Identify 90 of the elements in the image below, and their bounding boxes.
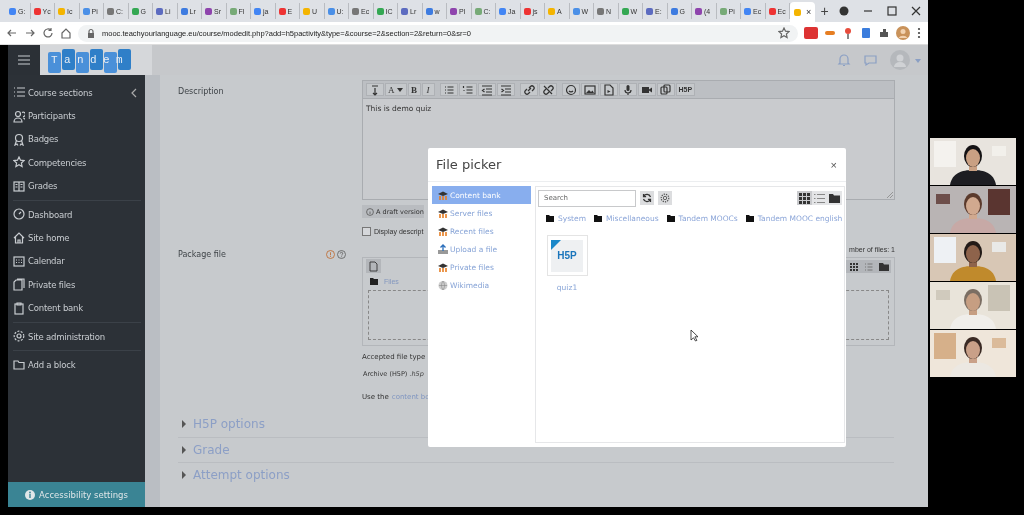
sidebar-item[interactable]: Calendar xyxy=(13,249,141,274)
folder-icon xyxy=(546,214,554,222)
folder-icon xyxy=(666,214,675,222)
unlink-icon[interactable] xyxy=(541,83,554,96)
dialog-title: File picker xyxy=(436,157,502,172)
folder-icon xyxy=(13,358,25,372)
grid-view-button[interactable] xyxy=(797,191,813,205)
hat-icon xyxy=(438,189,448,201)
sidebar-item[interactable]: Site administration xyxy=(13,324,141,349)
upload-icon xyxy=(438,243,448,255)
pin-icon[interactable] xyxy=(842,27,854,39)
caret-icon xyxy=(395,86,404,93)
gauge-icon xyxy=(13,208,25,222)
sidebar-item[interactable]: Participants xyxy=(13,104,141,128)
files-icon xyxy=(13,278,25,292)
field-label: Package file xyxy=(178,250,226,259)
book-icon xyxy=(13,179,25,193)
field-label: Description xyxy=(178,86,225,98)
home-icon xyxy=(13,231,25,245)
hat-icon xyxy=(438,225,448,237)
record-icon[interactable] xyxy=(838,5,850,17)
collapse-icon[interactable] xyxy=(369,83,381,96)
new-tab-button[interactable]: + xyxy=(820,3,829,19)
italic-button[interactable]: I xyxy=(421,83,435,96)
caret-icon xyxy=(914,56,922,64)
lock-icon xyxy=(86,27,96,39)
extension-icon[interactable] xyxy=(860,27,872,39)
outdent-icon[interactable] xyxy=(480,83,493,96)
sidebar-item[interactable]: Competencies xyxy=(13,151,141,175)
users-icon xyxy=(13,109,25,123)
info-icon xyxy=(366,207,374,216)
folder-icon xyxy=(593,214,602,222)
star-icon xyxy=(13,156,25,170)
microphone-icon[interactable] xyxy=(621,83,634,96)
indent-icon[interactable] xyxy=(499,83,512,96)
more-icon[interactable] xyxy=(916,27,922,39)
sidebar-item[interactable]: Course sections xyxy=(13,81,141,105)
folder-icon xyxy=(370,277,378,285)
collapse-icon[interactable] xyxy=(131,87,137,98)
star-icon[interactable] xyxy=(778,27,790,39)
smiley-icon[interactable] xyxy=(564,83,577,96)
menu-icon[interactable] xyxy=(17,54,31,66)
sidebar-item[interactable]: Dashboard xyxy=(13,202,141,227)
copy-icon[interactable] xyxy=(659,83,672,96)
font-button[interactable]: A xyxy=(385,83,407,96)
sidebar-item[interactable]: Private files xyxy=(13,273,141,297)
back-icon[interactable] xyxy=(6,27,18,39)
resize-handle[interactable] xyxy=(887,192,893,198)
maximize-icon[interactable] xyxy=(886,5,898,17)
puzzle-icon[interactable] xyxy=(878,27,890,39)
refresh-button[interactable] xyxy=(640,191,654,205)
list-icon xyxy=(13,86,25,100)
corner-ribbon xyxy=(551,239,561,250)
forward-icon[interactable] xyxy=(24,27,36,39)
settings-button[interactable] xyxy=(658,191,672,205)
checkbox[interactable] xyxy=(362,227,371,236)
file-thumbnail[interactable]: H5P xyxy=(546,235,588,276)
accessibility-button[interactable]: Accessibility settings xyxy=(8,482,145,507)
sidebar-item[interactable]: Add a block xyxy=(13,353,141,377)
refresh-icon xyxy=(642,193,652,203)
close-icon[interactable] xyxy=(910,5,922,17)
hat-icon xyxy=(438,207,448,219)
calendar-icon xyxy=(13,254,25,268)
settings-icon xyxy=(660,193,670,203)
file-icon xyxy=(369,260,378,272)
document-icon[interactable] xyxy=(602,83,615,96)
bold-button[interactable]: B xyxy=(407,83,421,96)
info-icon xyxy=(25,489,36,500)
file-type-logo: H5P xyxy=(557,250,577,261)
add-file-button[interactable] xyxy=(366,259,381,273)
sidebar-item[interactable]: Site home xyxy=(13,226,141,250)
avatar-icon[interactable] xyxy=(896,26,910,40)
reload-icon[interactable] xyxy=(42,27,54,39)
hat-icon xyxy=(438,261,448,273)
folder-icon xyxy=(745,214,754,222)
settings-icon xyxy=(13,330,25,344)
image-icon[interactable] xyxy=(583,83,596,96)
sidebar-item[interactable]: Content bank xyxy=(13,296,141,320)
close-button[interactable]: × xyxy=(830,158,837,171)
badge-icon xyxy=(13,132,25,146)
link-icon[interactable] xyxy=(522,83,535,96)
sidebar-item[interactable]: Grades xyxy=(13,174,141,198)
globe-icon xyxy=(438,279,448,291)
sidebar-item[interactable]: Badges xyxy=(13,127,141,152)
browser-tab[interactable]: × xyxy=(790,2,815,22)
home-icon[interactable] xyxy=(60,27,72,39)
mouse-cursor-icon xyxy=(690,329,699,342)
clipboard-icon xyxy=(13,301,25,315)
folder-view-button[interactable] xyxy=(827,191,843,205)
required-icon xyxy=(326,250,335,259)
